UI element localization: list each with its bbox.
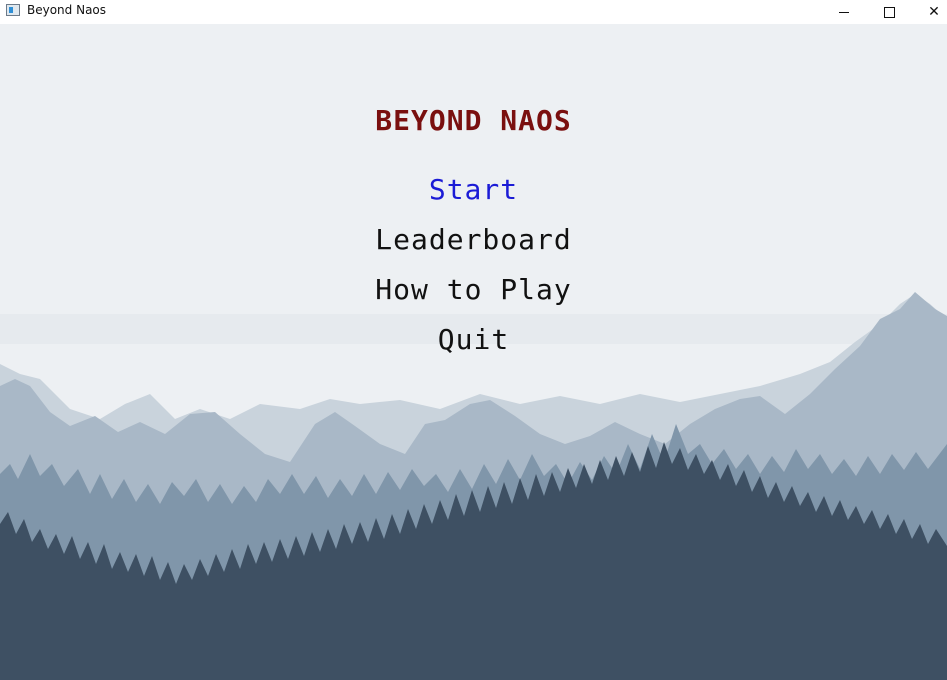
minimize-icon [839, 11, 849, 13]
minimize-button[interactable] [821, 0, 867, 24]
window-title: Beyond Naos [27, 3, 107, 17]
game-window: Beyond Naos ✕ BEYOND NAOS Start Leaderbo… [0, 0, 947, 680]
close-button[interactable]: ✕ [911, 0, 947, 24]
maximize-button[interactable] [866, 0, 912, 24]
menu-item-leaderboard[interactable]: Leaderboard [0, 223, 947, 256]
close-icon: ✕ [928, 4, 940, 20]
menu-item-quit[interactable]: Quit [0, 323, 947, 356]
game-title: BEYOND NAOS [375, 104, 572, 137]
main-menu: BEYOND NAOS Start Leaderboard How to Pla… [0, 24, 947, 680]
game-canvas: BEYOND NAOS Start Leaderboard How to Pla… [0, 24, 947, 680]
app-icon [6, 4, 20, 16]
maximize-icon [883, 6, 895, 18]
menu-item-how-to-play[interactable]: How to Play [0, 273, 947, 306]
title-bar[interactable]: Beyond Naos ✕ [0, 0, 947, 24]
menu-item-start[interactable]: Start [0, 173, 947, 206]
